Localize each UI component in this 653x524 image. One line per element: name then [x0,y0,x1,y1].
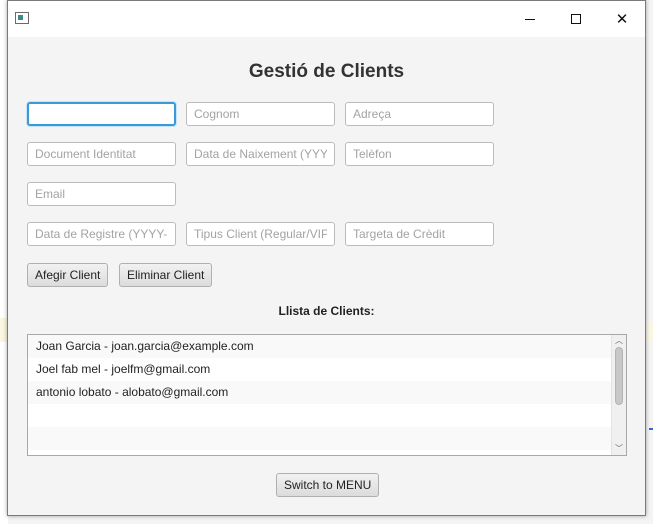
switch-to-menu-button[interactable]: Switch to MENU [276,473,380,497]
add-client-button[interactable]: Afegir Client [27,263,109,287]
background-highlight-right [647,322,653,342]
email-field[interactable] [27,182,176,206]
document-field[interactable] [27,142,176,166]
cognom-field[interactable] [186,102,335,126]
list-item[interactable]: antonio lobato - alobato@gmail.com [28,381,626,404]
client-list-title: Llista de Clients: [278,304,375,318]
client-type-field[interactable] [186,222,335,246]
scrollbar-thumb[interactable] [615,347,623,405]
client-management-window: ✕ Gestió de Clients Afegir Client Elimin… [7,0,646,516]
client-list[interactable]: Joan Garcia - joan.garcia@example.com Jo… [27,334,627,456]
window-content: Gestió de Clients Afegir Client Eliminar… [8,37,645,515]
scroll-up-icon[interactable]: ︿ [612,335,626,347]
list-scrollbar[interactable]: ︿ ﹀ [611,335,626,455]
registration-date-field[interactable] [27,222,176,246]
page-title: Gestió de Clients [248,61,405,82]
birth-date-field[interactable] [186,142,335,166]
nom-field[interactable] [27,102,176,126]
minimize-icon [525,18,535,20]
list-item[interactable] [28,427,626,450]
title-bar: ✕ [8,1,645,37]
app-icon [15,12,29,24]
list-item[interactable]: Joan Garcia - joan.garcia@example.com [28,335,626,358]
list-item[interactable] [28,404,626,427]
background-line-right [649,428,653,430]
maximize-button[interactable] [553,1,599,37]
close-button[interactable]: ✕ [599,1,645,37]
credit-card-field[interactable] [345,222,494,246]
close-icon: ✕ [615,11,629,28]
scroll-down-icon[interactable]: ﹀ [612,443,626,455]
maximize-icon [571,14,581,24]
adreca-field[interactable] [345,102,494,126]
minimize-button[interactable] [507,1,553,37]
phone-field[interactable] [345,142,494,166]
list-item[interactable]: Joel fab mel - joelfm@gmail.com [28,358,626,381]
remove-client-button[interactable]: Eliminar Client [119,263,213,287]
